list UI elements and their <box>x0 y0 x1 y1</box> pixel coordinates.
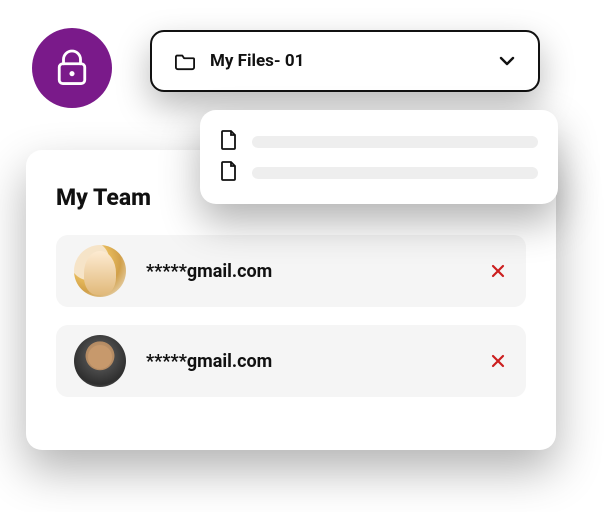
folder-dropdown[interactable]: My Files- 01 <box>150 30 540 92</box>
file-icon <box>220 160 238 186</box>
remove-member-button[interactable] <box>488 351 508 371</box>
team-member-row: *****gmail.com <box>56 235 526 307</box>
file-row[interactable] <box>220 160 538 186</box>
file-row[interactable] <box>220 129 538 155</box>
file-name-placeholder <box>252 167 538 179</box>
file-icon <box>220 129 238 155</box>
lock-icon <box>55 48 89 88</box>
avatar <box>74 335 126 387</box>
folder-icon <box>174 51 196 71</box>
file-name-placeholder <box>252 136 538 148</box>
close-icon <box>490 353 506 369</box>
folder-dropdown-label: My Files- 01 <box>210 51 498 71</box>
lock-badge <box>32 28 112 108</box>
avatar <box>74 245 126 297</box>
team-member-row: *****gmail.com <box>56 325 526 397</box>
member-email: *****gmail.com <box>146 351 488 372</box>
member-email: *****gmail.com <box>146 261 488 282</box>
close-icon <box>490 263 506 279</box>
file-list-panel <box>200 110 558 204</box>
chevron-down-icon <box>498 54 516 68</box>
remove-member-button[interactable] <box>488 261 508 281</box>
